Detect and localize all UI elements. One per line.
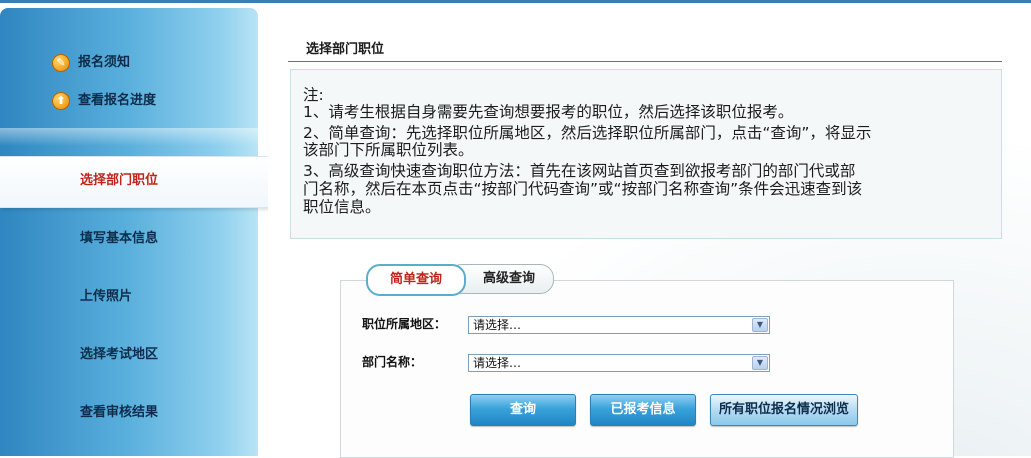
chevron-down-icon[interactable]: ▼ [752,356,768,370]
sidebar-item-basic-info[interactable]: 填写基本信息 [80,229,158,249]
sidebar-item-exam-region[interactable]: 选择考试地区 [80,345,158,365]
progress-icon: ⬆ [52,92,70,110]
sidebar-item-select-position[interactable]: 选择部门职位 [80,171,158,191]
notice-line: 3、高级查询快速查询职位方法：首先在该网站首页查到欲报考部门的部门代或部 [303,162,856,180]
browse-all-positions-button[interactable]: 所有职位报名情况浏览 [710,394,858,426]
registered-info-button[interactable]: 已报考信息 [590,394,696,426]
notice-line: 该部门下所属职位列表。 [303,141,474,159]
region-select[interactable]: 请选择… ▼ [468,316,770,334]
main-content: 选择部门职位 注: 1、请考生根据自身需要先查询想要报考的职位，然后选择该职位报… [268,8,1031,458]
title-divider [288,61,1002,62]
region-label: 职位所属地区： [362,317,447,331]
sidebar-top-links: ✎ 报名须知 ⬆ 查看报名进度 [0,8,258,126]
sidebar: ✎ 报名须知 ⬆ 查看报名进度 选择部门职位 填写基本信息 上传照片 选择考试地… [0,8,268,456]
notice-line: 1、请考生根据自身需要先查询想要报考的职位，然后选择该职位报考。 [303,103,794,121]
chevron-down-icon[interactable]: ▼ [752,318,768,332]
sidebar-divider [0,128,258,146]
sidebar-item-review-result[interactable]: 查看审核结果 [80,403,158,423]
notice-box: 注: 1、请考生根据自身需要先查询想要报考的职位，然后选择该职位报考。 2、简单… [290,69,1002,239]
notice-line: 注: [303,86,324,104]
query-button[interactable]: 查询 [470,394,576,426]
edit-icon: ✎ [52,54,70,72]
tab-simple-query[interactable]: 简单查询 [366,264,466,296]
notice-line: 门名称，然后在本页点击“按部门代码查询”或“按部门名称查询”条件会迅速查到该 [303,180,863,198]
notice-line: 职位信息。 [303,198,381,216]
top-border [0,0,1031,3]
sidebar-link-label: 报名须知 [78,55,131,70]
sidebar-item-upload-photo[interactable]: 上传照片 [80,287,132,307]
page-title: 选择部门职位 [306,42,385,57]
department-select[interactable]: 请选择… ▼ [468,354,770,372]
department-label: 部门名称： [362,355,423,369]
department-select-value: 请选择… [473,356,522,370]
sidebar-link-label: 查看报名进度 [78,93,157,108]
notice-line: 2、简单查询：先选择职位所属地区，然后选择职位所属部门，点击“查询”，将显示 [303,124,872,142]
region-select-value: 请选择… [473,318,522,332]
